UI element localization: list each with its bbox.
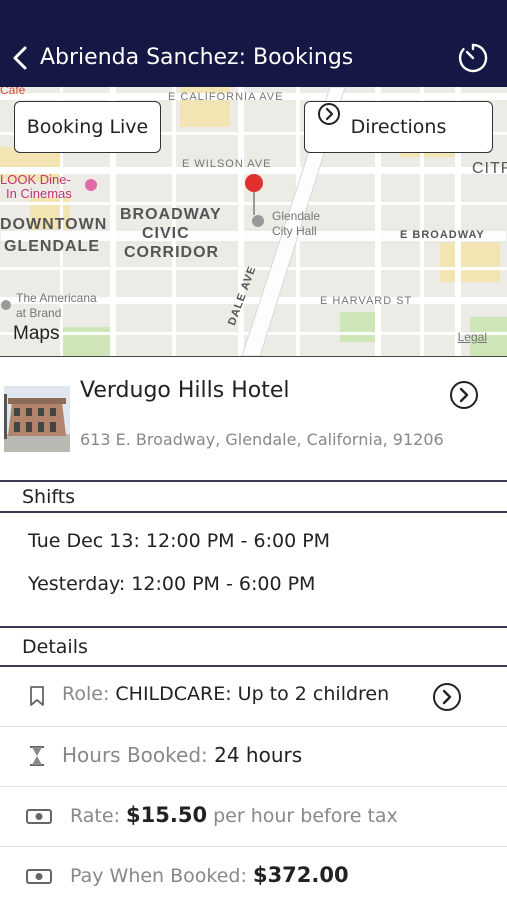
pay-value: $372.00: [252, 863, 349, 887]
hotel-chevron-right-circle-icon[interactable]: [449, 380, 479, 410]
hourglass-icon: [30, 746, 44, 766]
shifts-heading: Shifts: [22, 486, 76, 508]
hotel-name[interactable]: Verdugo Hills Hotel: [80, 378, 289, 403]
divider: [0, 511, 507, 513]
map-label: BROADWAY: [120, 206, 222, 223]
role-row[interactable]: Role: CHILDCARE: Up to 2 children: [0, 667, 507, 726]
hours-row: Hours Booked: 24 hours: [0, 727, 507, 786]
bookmark-icon: [30, 686, 44, 706]
role-value: CHILDCARE: Up to 2 children: [115, 683, 390, 705]
location-pin-icon: [245, 174, 263, 192]
pay-row: Pay When Booked: $372.00: [0, 847, 507, 906]
nav-header: Abrienda Sanchez: Bookings: [0, 0, 507, 87]
shift-item: Yesterday: 12:00 PM - 6:00 PM: [28, 573, 316, 595]
divider: [0, 626, 507, 628]
page-title: Abrienda Sanchez: Bookings: [40, 45, 354, 70]
divider: [0, 356, 507, 357]
map-label: E HARVARD ST: [320, 295, 413, 307]
map-label: E CALIFORNIA AVE: [168, 91, 284, 103]
map-label: GLENDALE: [4, 238, 100, 255]
map-label: DOWNTOWN: [0, 216, 108, 233]
rate-suffix: per hour before tax: [213, 805, 398, 827]
booking-live-button[interactable]: Booking Live: [14, 101, 161, 153]
map-label: CORRIDOR: [124, 244, 220, 261]
money-bill-icon: [26, 809, 52, 824]
rate-label: Rate:: [70, 805, 120, 827]
map-label: Glendale: [272, 209, 321, 223]
hotel-address: 613 E. Broadway, Glendale, California, 9…: [80, 430, 444, 449]
rate-value: $15.50: [126, 803, 208, 827]
directions-button[interactable]: Directions: [304, 101, 493, 153]
map-label: E WILSON AVE: [182, 158, 272, 170]
chevron-right-circle-icon: [318, 103, 340, 125]
nav-bar: Abrienda Sanchez: Bookings: [0, 30, 507, 87]
role-label: Role:: [62, 683, 110, 705]
map-label: CITR: [472, 160, 507, 177]
role-chevron-right-circle-icon[interactable]: [432, 682, 462, 712]
map-label: In Cinemas: [6, 186, 72, 201]
back-chevron-icon[interactable]: [10, 44, 32, 72]
map-label: CIVIC: [142, 225, 190, 242]
status-bar: [0, 0, 507, 30]
apple-maps-attribution: Maps: [13, 323, 60, 344]
map-label: E BROADWAY: [400, 229, 485, 241]
map-label: Cafe: [0, 87, 26, 97]
shift-item: Tue Dec 13: 12:00 PM - 6:00 PM: [28, 530, 331, 552]
divider: [0, 480, 507, 482]
timer-icon[interactable]: [457, 42, 489, 74]
hotel-thumbnail: [4, 386, 70, 452]
rate-row: Rate: $15.50 per hour before tax: [0, 787, 507, 846]
details-heading: Details: [22, 636, 88, 658]
directions-label: Directions: [350, 116, 447, 138]
pay-label: Pay When Booked:: [70, 865, 247, 887]
money-bill-icon: [26, 869, 52, 884]
map-label: City Hall: [272, 224, 317, 238]
map-view[interactable]: E CALIFORNIA AVE Cafe E WILSON AVE LOOK …: [0, 87, 507, 356]
map-label: at Brand: [16, 306, 62, 320]
map-label: LOOK Dine-: [0, 172, 71, 187]
legal-link[interactable]: Legal: [458, 330, 487, 344]
booking-live-label: Booking Live: [26, 116, 149, 138]
map-label: The Americana: [16, 291, 97, 305]
hours-value: 24 hours: [214, 743, 303, 767]
hours-label: Hours Booked:: [62, 743, 208, 767]
